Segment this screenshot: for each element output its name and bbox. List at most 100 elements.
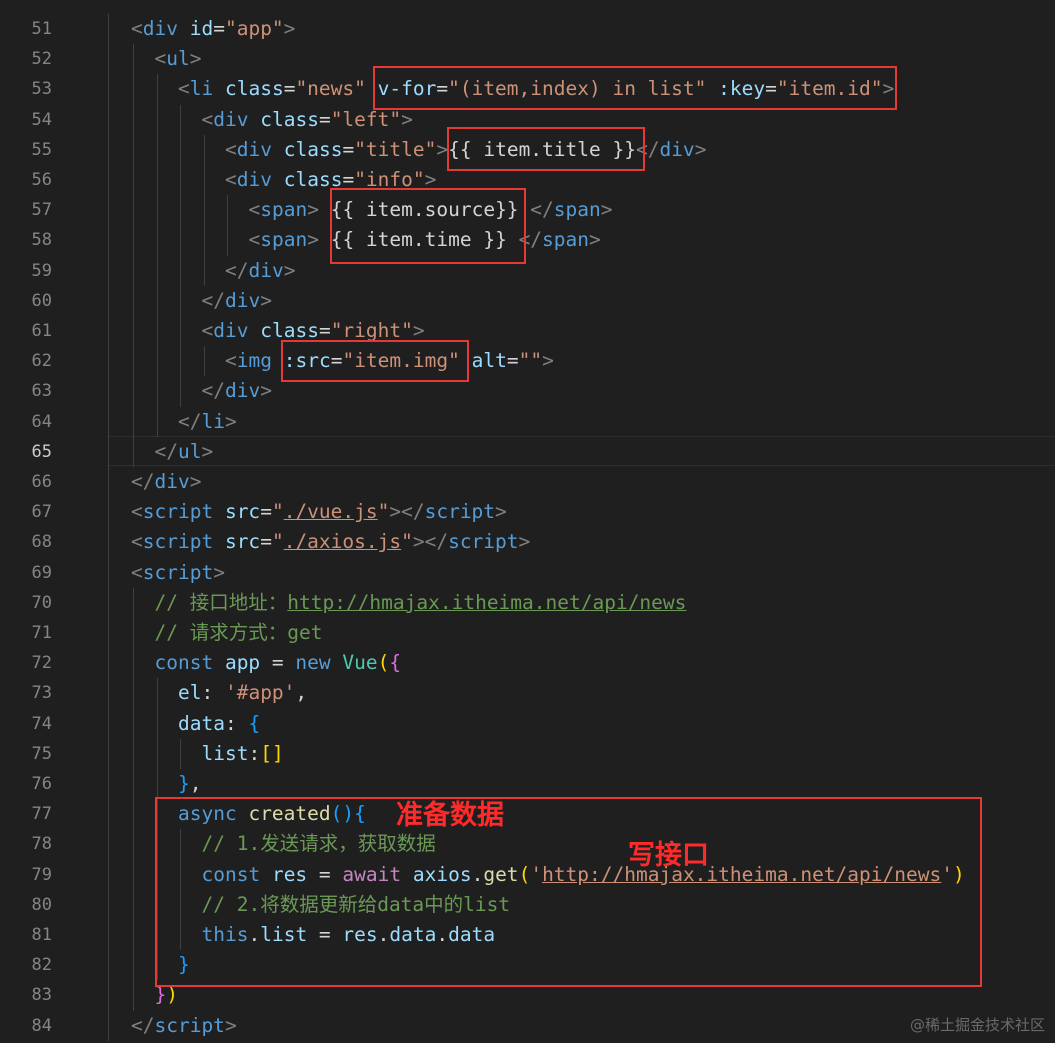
code-text[interactable]: list:[] xyxy=(202,739,284,769)
code-token: < xyxy=(178,77,190,101)
code-token: "app" xyxy=(224,17,284,40)
code-token: ul xyxy=(166,47,190,71)
code-token: " xyxy=(377,500,390,524)
code-line[interactable]: 58 <span> {{ item.time }} </span> xyxy=(0,225,1055,255)
code-line[interactable]: 72 const app = new Vue({ xyxy=(0,648,1055,678)
code-token: < xyxy=(225,168,237,191)
code-token: < xyxy=(154,47,167,71)
code-text[interactable]: <script> xyxy=(131,558,225,588)
line-number: 69 xyxy=(31,562,52,583)
code-text[interactable]: </div> xyxy=(131,467,201,497)
code-line[interactable]: 57 <span> {{ item.source}} </span> xyxy=(0,195,1055,225)
code-line[interactable]: 68 <script src="./axios.js"></script> xyxy=(0,527,1055,557)
code-token: </ xyxy=(131,1013,155,1037)
code-text[interactable]: <div id="app"> xyxy=(131,14,295,44)
line-number: 72 xyxy=(31,653,52,674)
code-line[interactable]: 65 </ul> xyxy=(0,437,1055,467)
code-token: div xyxy=(224,288,261,312)
highlight-source-time xyxy=(330,188,526,264)
line-number: 62 xyxy=(31,351,52,372)
code-line[interactable]: 59 </div> xyxy=(0,256,1055,286)
code-token: = xyxy=(213,17,225,40)
code-token: </ xyxy=(154,439,178,463)
code-token: img xyxy=(236,349,272,373)
code-line[interactable]: 61 <div class="right"> xyxy=(0,316,1055,346)
code-token: ></ xyxy=(389,500,425,524)
code-text[interactable]: <script src="./axios.js"></script> xyxy=(131,527,530,557)
code-text[interactable]: // 请求方式：get xyxy=(155,618,323,648)
highlight-created xyxy=(155,797,982,987)
code-line[interactable]: 75 list:[] xyxy=(0,739,1055,769)
code-text[interactable]: </div> xyxy=(225,256,295,286)
watermark: @稀土掘金技术社区 xyxy=(909,1016,1045,1034)
code-token: ></ xyxy=(412,530,449,554)
code-text[interactable]: </ul> xyxy=(155,437,214,467)
line-number: 63 xyxy=(31,381,52,402)
code-token: > xyxy=(495,500,507,524)
code-text[interactable]: <script src="./vue.js"></script> xyxy=(131,497,507,527)
code-text[interactable]: }, xyxy=(178,769,202,799)
code-token: = xyxy=(260,651,296,675)
code-token: , xyxy=(295,681,308,705)
highlight-src xyxy=(281,340,469,382)
code-token: http://hmajax.itheima.net/api/news xyxy=(287,590,687,614)
code-text[interactable]: </div> xyxy=(202,376,272,406)
code-token: : xyxy=(201,681,225,705)
code-line[interactable]: 67 <script src="./vue.js"></script> xyxy=(0,497,1055,527)
code-line[interactable]: 73 el: '#app', xyxy=(0,678,1055,708)
code-editor[interactable]: 51 <div id="app"> 52 <ul> 53 <li class="news"… xyxy=(0,0,1055,1043)
code-line[interactable]: 60 </div> xyxy=(0,286,1055,316)
code-token: script xyxy=(142,530,214,554)
code-token: = xyxy=(318,107,331,131)
code-text[interactable]: <ul> xyxy=(155,44,202,74)
line-number: 68 xyxy=(31,532,52,553)
line-number: 55 xyxy=(31,139,52,160)
code-line[interactable]: 66 </div> xyxy=(0,467,1055,497)
code-text[interactable]: </li> xyxy=(178,407,237,437)
code-token: < xyxy=(225,349,237,373)
code-token: span xyxy=(260,228,308,252)
code-token: " xyxy=(401,530,413,554)
code-line[interactable]: 71 // 请求方式：get xyxy=(0,618,1055,648)
code-token: div xyxy=(154,470,190,493)
code-token: div xyxy=(142,17,178,40)
line-number: 67 xyxy=(31,502,52,523)
code-token: data xyxy=(178,711,225,735)
code-token: " xyxy=(271,530,284,554)
code-token: = xyxy=(260,530,272,554)
code-text[interactable]: const app = new Vue({ xyxy=(155,648,402,678)
code-line[interactable]: 62 <img :src="item.img" alt=""> xyxy=(0,346,1055,376)
code-token: > xyxy=(307,198,319,222)
code-line[interactable]: 63 </div> xyxy=(0,376,1055,406)
code-text[interactable]: </div> xyxy=(202,286,272,316)
code-line[interactable]: 74 data: { xyxy=(0,709,1055,739)
code-text[interactable]: el: '#app', xyxy=(178,678,307,708)
code-token: = xyxy=(260,500,272,524)
code-token: </ xyxy=(131,470,155,493)
code-line[interactable]: 70 // 接口地址：http://hmajax.itheima.net/api/… xyxy=(0,588,1055,618)
code-token: = xyxy=(318,319,331,342)
code-text[interactable]: </script> xyxy=(131,1011,237,1041)
code-token: > xyxy=(589,228,601,252)
code-token: script xyxy=(142,500,214,524)
code-token: div xyxy=(213,107,249,131)
code-line[interactable]: 84 </script> xyxy=(0,1011,1055,1041)
code-line[interactable]: 69 <script> xyxy=(0,558,1055,588)
code-text[interactable]: // 接口地址：http://hmajax.itheima.net/api/ne… xyxy=(155,588,687,618)
code-text[interactable]: data: { xyxy=(178,709,260,739)
code-line[interactable]: 76}, xyxy=(0,769,1055,799)
code-line[interactable]: 64 </li> xyxy=(0,407,1055,437)
code-token: , xyxy=(189,772,202,795)
line-number: 75 xyxy=(31,743,52,764)
line-number: 81 xyxy=(31,925,52,945)
code-token: class xyxy=(224,77,284,101)
code-token: div xyxy=(236,137,272,161)
code-token: list xyxy=(201,741,249,765)
line-number: 77 xyxy=(31,804,52,825)
line-number: 80 xyxy=(31,894,52,915)
code-line[interactable]: 51 <div id="app"> xyxy=(0,14,1055,44)
